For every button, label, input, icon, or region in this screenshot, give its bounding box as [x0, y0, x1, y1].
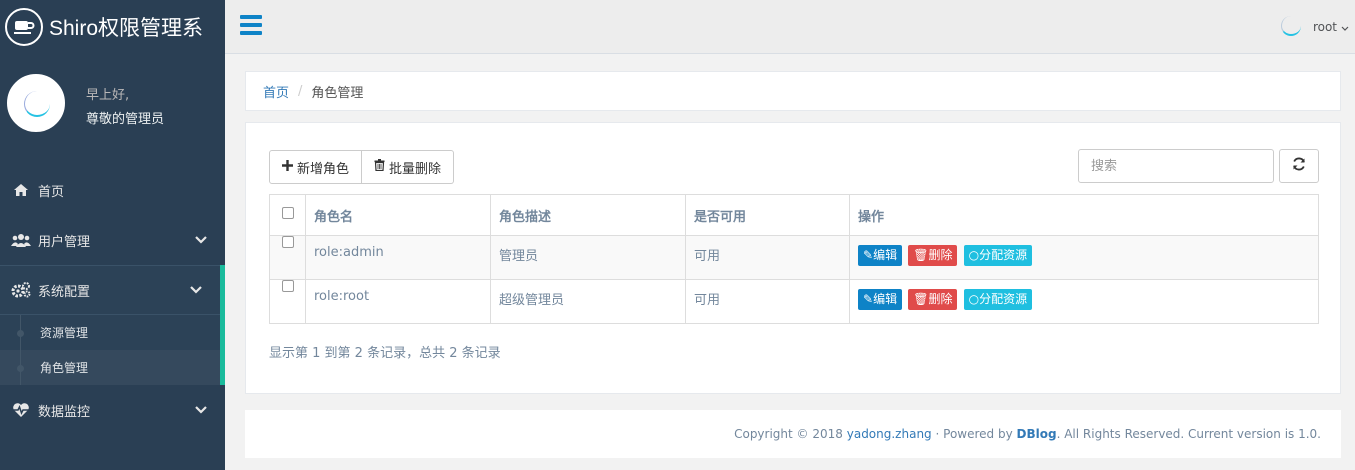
role-name-cell: role:admin — [305, 235, 491, 280]
row-select-cell — [269, 279, 306, 324]
footer-rights: . All Rights Reserved. Current version i… — [1056, 427, 1321, 441]
assign-resources-button[interactable]: ○分配资源 — [963, 245, 1033, 266]
users-icon — [10, 233, 32, 247]
submenu-item-label: 角色管理 — [40, 361, 89, 375]
sidebar-item-monitor[interactable]: 数据监控 — [0, 385, 225, 435]
edit-label: 编辑 — [873, 248, 898, 262]
brand[interactable]: Shiro权限管理系 — [0, 0, 225, 54]
select-all-cell — [269, 194, 306, 236]
circle-icon: ○ — [968, 292, 980, 306]
trash-icon — [374, 159, 385, 175]
pagination-summary: 显示第 1 到第 2 条记录，总共 2 条记录 — [269, 346, 501, 361]
assign-resources-button[interactable]: ○分配资源 — [963, 289, 1033, 310]
table-row: role:admin 管理员 可用 ✎编辑 🗑删除 ○分配资源 — [269, 235, 1319, 280]
plus-icon — [282, 159, 293, 175]
loading-spinner-icon — [24, 91, 50, 117]
top-navbar: root — [225, 0, 1355, 54]
sidebar-item-label: 首页 — [38, 184, 65, 200]
edit-icon: ✎ — [863, 292, 874, 306]
batch-delete-label: 批量删除 — [389, 161, 442, 177]
sidebar-item-home[interactable]: 首页 — [0, 165, 225, 215]
refresh-button[interactable] — [1279, 149, 1319, 183]
username: root — [1312, 20, 1337, 34]
breadcrumb-current: 角色管理 — [311, 85, 364, 101]
sidebar-item-label: 数据监控 — [38, 404, 91, 420]
delete-label: 删除 — [928, 248, 953, 262]
role-ops-cell: ✎编辑 🗑删除 ○分配资源 — [849, 279, 1319, 324]
header-role-desc[interactable]: 角色描述 — [490, 194, 686, 236]
greeting-text: 早上好, — [86, 88, 130, 103]
delete-button[interactable]: 🗑删除 — [908, 289, 958, 310]
footer-powered-by: · Powered by — [935, 427, 1013, 441]
sidebar-item-users[interactable]: 用户管理 — [0, 215, 225, 265]
assign-label: 分配资源 — [979, 292, 1028, 306]
role-enabled-cell: 可用 — [685, 279, 850, 324]
role-ops-cell: ✎编辑 🗑删除 ○分配资源 — [849, 235, 1319, 280]
submenu-item-roles[interactable]: 角色管理 — [0, 350, 220, 385]
breadcrumb-home-link[interactable]: 首页 — [263, 82, 289, 101]
gears-icon — [10, 282, 32, 298]
heartbeat-icon — [10, 402, 32, 418]
brand-title: Shiro权限管理系 — [49, 17, 204, 40]
profile: 早上好, 尊敬的管理员 — [0, 72, 225, 132]
row-checkbox[interactable] — [281, 280, 294, 292]
home-icon — [10, 183, 32, 197]
chevron-down-icon — [1341, 20, 1349, 34]
batch-delete-button[interactable]: 批量删除 — [362, 150, 455, 184]
chevron-down-icon — [190, 283, 202, 298]
add-role-button[interactable]: 新增角色 — [269, 150, 363, 184]
header-enabled[interactable]: 是否可用 — [685, 194, 850, 236]
roles-panel: 新增角色 批量删除 角色名 角色描述 是否可用 操作 r — [245, 122, 1341, 394]
header-role-name[interactable]: 角色名 — [305, 194, 491, 236]
circle-icon: ○ — [968, 248, 980, 262]
delete-label: 删除 — [928, 292, 953, 306]
welcome-text: 尊敬的管理员 — [86, 112, 165, 127]
chevron-down-icon — [195, 233, 207, 248]
edit-button[interactable]: ✎编辑 — [858, 289, 903, 310]
sidebar-item-system[interactable]: 系统配置 — [0, 265, 225, 315]
search-input[interactable] — [1078, 149, 1274, 183]
edit-button[interactable]: ✎编辑 — [858, 245, 903, 266]
assign-label: 分配资源 — [979, 248, 1028, 262]
sidebar: Shiro权限管理系 早上好, 尊敬的管理员 首页 用户管理 系统配置 资源管理… — [0, 0, 225, 470]
menu-toggle-icon[interactable] — [240, 15, 262, 35]
select-all-checkbox[interactable] — [281, 207, 294, 219]
footer-copyright: Copyright © 2018 — [734, 427, 843, 441]
system-submenu: 资源管理 角色管理 — [0, 315, 225, 385]
footer-dblog-link[interactable]: DBlog — [1017, 427, 1057, 441]
header-operations: 操作 — [849, 194, 1319, 236]
loading-spinner-icon — [1280, 16, 1301, 36]
delete-button[interactable]: 🗑删除 — [908, 245, 958, 266]
row-select-cell — [269, 235, 306, 280]
footer-author-link[interactable]: yadong.zhang — [847, 427, 932, 441]
submenu-item-label: 资源管理 — [40, 326, 89, 340]
breadcrumb: 首页 / 角色管理 — [245, 71, 1341, 111]
role-enabled-cell: 可用 — [685, 235, 850, 280]
add-role-label: 新增角色 — [297, 161, 350, 177]
roles-table: 角色名 角色描述 是否可用 操作 role:admin 管理员 可用 ✎编辑 🗑… — [269, 194, 1319, 324]
refresh-icon — [1292, 157, 1306, 175]
row-checkbox[interactable] — [281, 236, 294, 248]
toolbar: 新增角色 批量删除 — [269, 150, 455, 184]
role-desc-cell: 超级管理员 — [490, 279, 686, 324]
edit-icon: ✎ — [863, 248, 874, 262]
coffee-cup-icon — [5, 8, 43, 46]
edit-label: 编辑 — [873, 292, 898, 306]
avatar — [7, 74, 65, 132]
footer: Copyright © 2018 yadong.zhang · Powered … — [245, 410, 1341, 458]
sidebar-item-label: 用户管理 — [38, 234, 91, 250]
submenu-item-resources[interactable]: 资源管理 — [0, 315, 220, 350]
trash-icon: 🗑 — [913, 248, 929, 262]
side-menu: 首页 用户管理 系统配置 资源管理 角色管理 数据监控 — [0, 165, 225, 435]
breadcrumb-separator: / — [298, 83, 303, 99]
role-name-cell: role:root — [305, 279, 491, 324]
chevron-down-icon — [195, 403, 207, 418]
role-desc-cell: 管理员 — [490, 235, 686, 280]
user-menu[interactable]: root — [1280, 16, 1349, 36]
table-row: role:root 超级管理员 可用 ✎编辑 🗑删除 ○分配资源 — [269, 279, 1319, 324]
table-header-row: 角色名 角色描述 是否可用 操作 — [269, 194, 1319, 236]
trash-icon: 🗑 — [913, 292, 929, 306]
sidebar-item-label: 系统配置 — [38, 284, 91, 300]
